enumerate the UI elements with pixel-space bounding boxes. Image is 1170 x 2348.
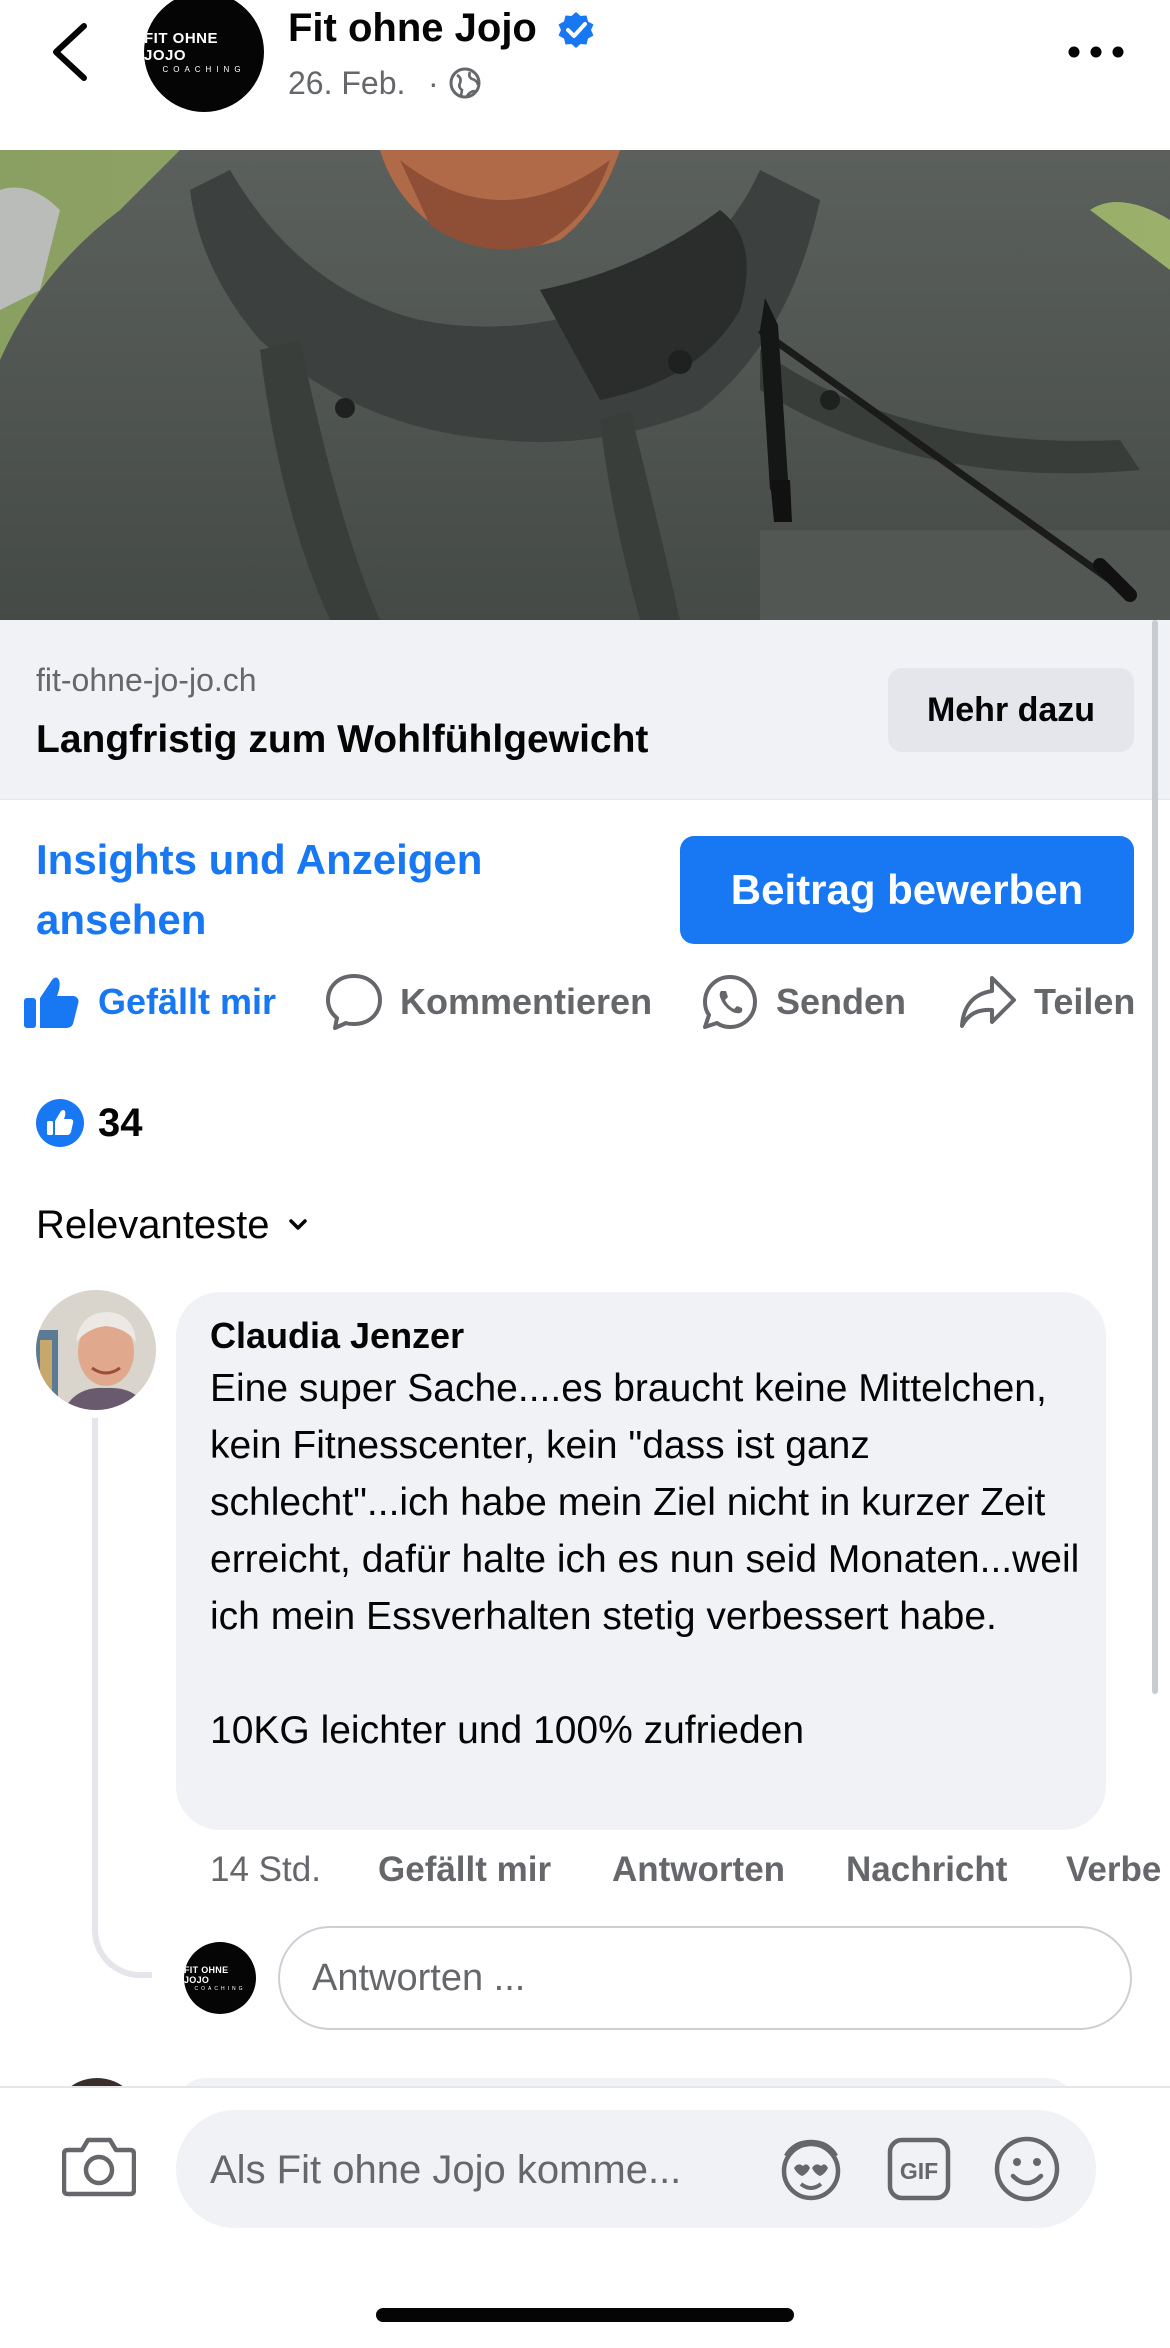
reaction-count: 34 [98, 1100, 143, 1145]
sticker-icon[interactable] [776, 2134, 846, 2204]
avatar: FIT OHNE JOJO COACHING [184, 1942, 256, 2014]
comment-time: 14 Std. [210, 1850, 321, 1889]
comment-like-button[interactable]: Gefällt mir [378, 1848, 551, 1892]
like-button[interactable]: Gefällt mir [22, 966, 276, 1038]
post-date[interactable]: 26. Feb. [288, 62, 405, 104]
insights-link[interactable]: Insights und Anzeigen ansehen [36, 830, 556, 950]
reply-thread-line [92, 1418, 152, 1978]
comment-bubble-icon [326, 974, 382, 1030]
logo-subtext: COACHING [162, 65, 246, 74]
promote-post-button[interactable]: Beitrag bewerben [680, 836, 1134, 944]
like-reaction-icon [36, 1099, 84, 1147]
comment-sort-dropdown[interactable]: Relevanteste [36, 1200, 309, 1250]
gif-icon[interactable]: GIF [886, 2136, 952, 2202]
gif-label: GIF [900, 2158, 938, 2184]
page-avatar[interactable]: FIT OHNE JOJO COACHING [144, 0, 264, 112]
whatsapp-icon [703, 975, 757, 1029]
jacket-photo-image [0, 150, 1170, 620]
post-photo[interactable] [0, 150, 1170, 620]
home-indicator [376, 2308, 794, 2322]
comment-button[interactable]: Kommentieren [324, 966, 652, 1038]
globe-icon [449, 67, 481, 99]
comment-placeholder: Als Fit ohne Jojo komme... [210, 2148, 682, 2192]
reactions-summary[interactable]: 34 [36, 1098, 143, 1148]
verified-badge-icon [558, 12, 594, 48]
scrollbar[interactable] [1152, 620, 1158, 1694]
logo-subtext: COACHING [194, 1985, 246, 1992]
sort-label: Relevanteste [36, 1202, 270, 1247]
send-button[interactable]: Senden [700, 966, 906, 1038]
logo-text: FIT OHNE JOJO [144, 30, 218, 64]
chevron-down-icon [289, 1219, 308, 1230]
avatar[interactable] [36, 1290, 156, 1410]
share-arrow-icon [960, 976, 1016, 1028]
emoji-icon[interactable] [992, 2134, 1062, 2204]
logo-text: FIT OHNE JOJO [184, 1964, 229, 1985]
link-preview-card[interactable]: fit-ohne-jo-jo.ch Langfristig zum Wohlfü… [0, 620, 1170, 800]
link-title: Langfristig zum Wohlfühlgewicht [36, 718, 649, 761]
link-domain: fit-ohne-jo-jo.ch [36, 662, 257, 698]
page-name[interactable]: Fit ohne Jojo [288, 2, 537, 54]
share-button[interactable]: Teilen [958, 966, 1135, 1038]
comment-label: Kommentieren [400, 981, 653, 1022]
learn-more-button[interactable]: Mehr dazu [888, 668, 1134, 752]
post-header: FIT OHNE JOJO COACHING Fit ohne Jojo 26.… [0, 0, 1170, 150]
camera-icon[interactable] [62, 2134, 136, 2198]
thumbs-up-icon [24, 977, 79, 1028]
like-label: Gefällt mir [98, 981, 277, 1022]
chevron-left-icon[interactable] [48, 22, 94, 82]
comment-author[interactable]: Claudia Jenzer [210, 1314, 464, 1358]
send-label: Senden [776, 981, 907, 1022]
more-dots-icon[interactable] [1066, 42, 1126, 62]
share-label: Teilen [1034, 981, 1136, 1022]
commenter-photo-image [36, 1290, 156, 1410]
comment-hide-button[interactable]: Verbe [1066, 1848, 1161, 1892]
comment-message-button[interactable]: Nachricht [846, 1848, 1007, 1892]
reply-input[interactable] [278, 1926, 1132, 2030]
date-separator: · [428, 65, 439, 101]
comment-reply-button[interactable]: Antworten [612, 1848, 785, 1892]
comment-text: Eine super Sache....es braucht keine Mit… [210, 1367, 1080, 1752]
